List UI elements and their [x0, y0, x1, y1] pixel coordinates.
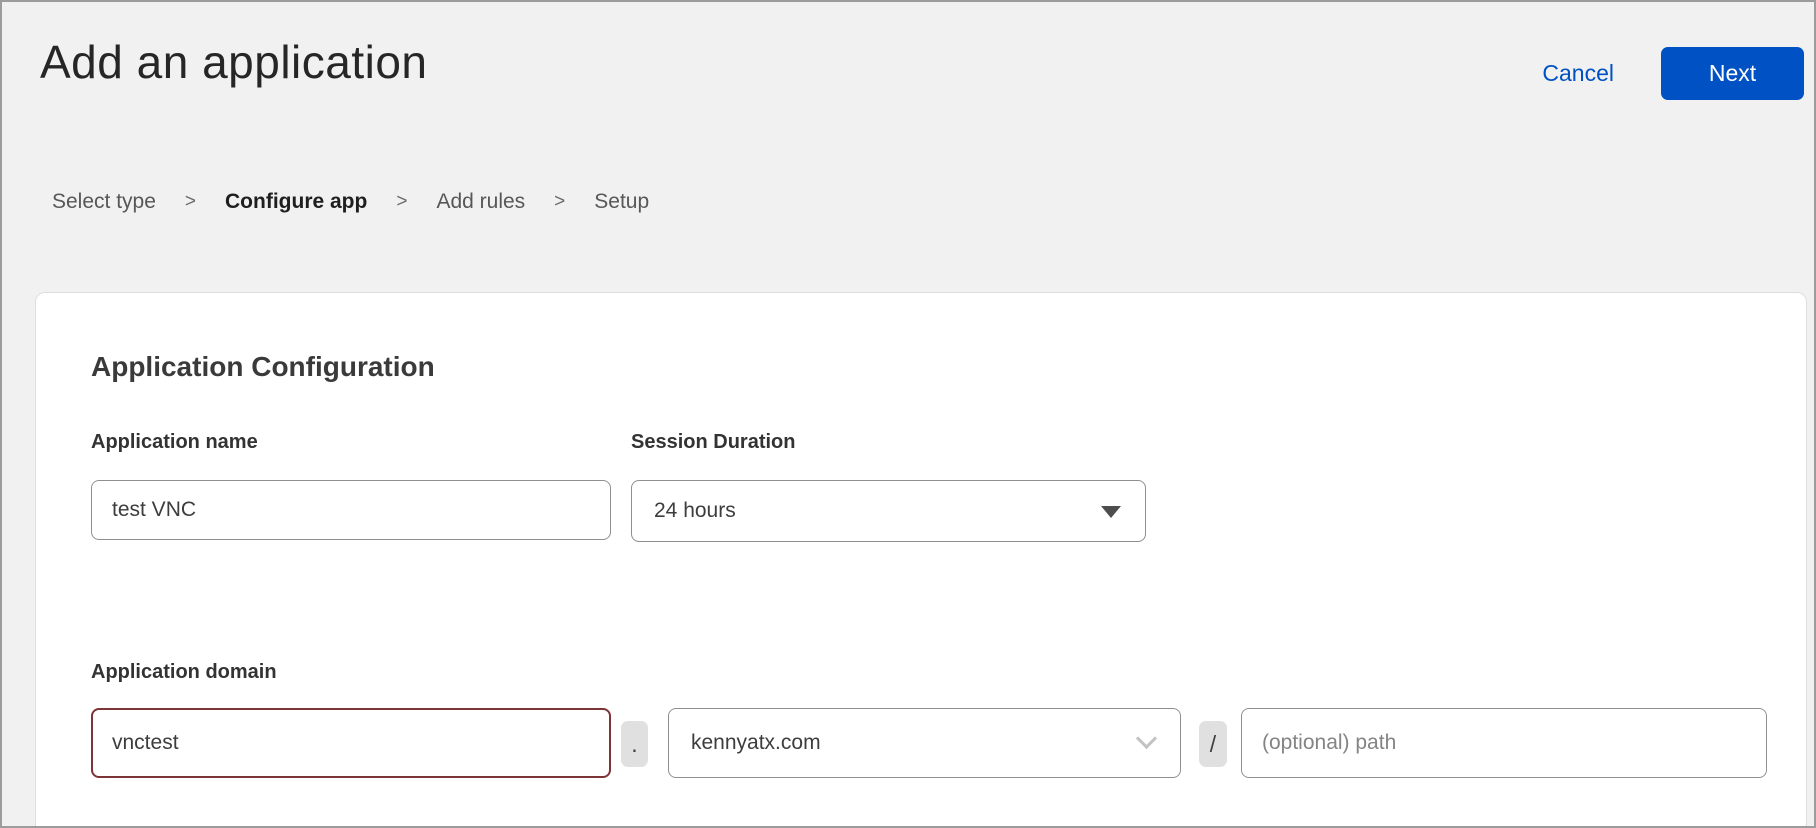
- slash-separator: /: [1199, 721, 1227, 767]
- session-duration-select[interactable]: 24 hours: [631, 480, 1146, 542]
- add-application-page: Add an application Cancel Next Select ty…: [0, 0, 1816, 828]
- subdomain-input[interactable]: [91, 708, 611, 778]
- breadcrumb-step-add-rules[interactable]: Add rules: [436, 190, 525, 214]
- session-duration-label: Session Duration: [631, 431, 795, 454]
- application-name-label: Application name: [91, 431, 258, 454]
- application-name-input[interactable]: [91, 480, 611, 540]
- session-duration-value: 24 hours: [654, 499, 736, 523]
- application-domain-label: Application domain: [91, 661, 277, 684]
- breadcrumb-step-configure-app[interactable]: Configure app: [225, 190, 367, 214]
- domain-select-value: kennyatx.com: [691, 731, 821, 755]
- header-actions: Cancel Next: [1542, 47, 1804, 100]
- section-title: Application Configuration: [91, 351, 435, 383]
- cancel-button[interactable]: Cancel: [1542, 60, 1614, 87]
- breadcrumb-step-select-type[interactable]: Select type: [52, 190, 156, 214]
- breadcrumb: Select type > Configure app > Add rules …: [52, 190, 649, 214]
- application-configuration-card: Application Configuration Application na…: [35, 292, 1807, 828]
- breadcrumb-separator-icon: >: [396, 191, 407, 213]
- chevron-down-icon: [1136, 728, 1157, 749]
- domain-select[interactable]: kennyatx.com: [668, 708, 1181, 778]
- next-button[interactable]: Next: [1661, 47, 1804, 100]
- breadcrumb-step-setup[interactable]: Setup: [594, 190, 649, 214]
- path-input[interactable]: [1241, 708, 1767, 778]
- breadcrumb-separator-icon: >: [185, 191, 196, 213]
- page-title: Add an application: [40, 36, 428, 88]
- caret-down-icon: [1101, 506, 1121, 518]
- dot-separator: .: [621, 721, 648, 767]
- breadcrumb-separator-icon: >: [554, 191, 565, 213]
